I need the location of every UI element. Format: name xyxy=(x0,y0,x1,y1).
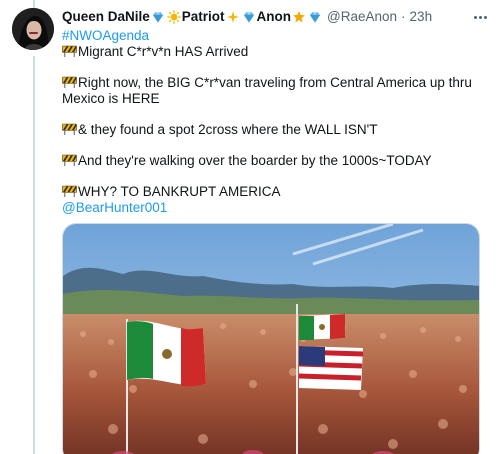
tweet-text: #NWOAgenda Migrant C*r*v*n HAS Arrived R… xyxy=(62,28,492,216)
thread-connector-line xyxy=(33,56,35,454)
tweet[interactable]: Queen DaNile Patriot Anon @RaeAnon · 23h… xyxy=(62,8,492,216)
tweet-timestamp[interactable]: 23h xyxy=(410,8,433,26)
construction-icon xyxy=(62,154,77,166)
glowing-star-icon xyxy=(292,10,306,24)
sparkles-icon xyxy=(226,10,240,24)
tweet-image[interactable] xyxy=(62,223,480,454)
hashtag-link[interactable]: #NWOAgenda xyxy=(62,28,149,43)
author-avatar[interactable] xyxy=(12,8,54,50)
author-name-badge[interactable]: Patriot xyxy=(182,8,225,26)
author-name[interactable]: Queen DaNile xyxy=(62,8,150,26)
tweet-header: Queen DaNile Patriot Anon @RaeAnon · 23h xyxy=(62,8,492,26)
construction-icon xyxy=(62,76,77,88)
construction-icon xyxy=(62,185,77,197)
construction-icon xyxy=(62,123,77,135)
tweet-line-1: Migrant C*r*v*n HAS Arrived xyxy=(78,44,249,59)
gem-icon xyxy=(242,10,256,24)
tweet-line-3: & they found a spot 2cross where the WAL… xyxy=(78,122,378,137)
author-handle[interactable]: @RaeAnon xyxy=(327,8,397,26)
mention-link[interactable]: @BearHunter001 xyxy=(62,200,167,215)
header-separator: · xyxy=(401,9,406,24)
gem-icon xyxy=(308,10,322,24)
author-name-badge-2[interactable]: Anon xyxy=(257,8,292,26)
thread-connector-top xyxy=(33,0,35,8)
more-options-icon[interactable] xyxy=(468,8,492,26)
construction-icon xyxy=(62,45,77,57)
sun-icon xyxy=(167,10,181,24)
tweet-line-5: WHY? TO BANKRUPT AMERICA xyxy=(78,184,281,199)
tweet-line-4: And they're walking over the boarder by … xyxy=(78,153,432,168)
gem-icon xyxy=(151,10,165,24)
tweet-line-2: Right now, the BIG C*r*van traveling fro… xyxy=(62,75,472,106)
